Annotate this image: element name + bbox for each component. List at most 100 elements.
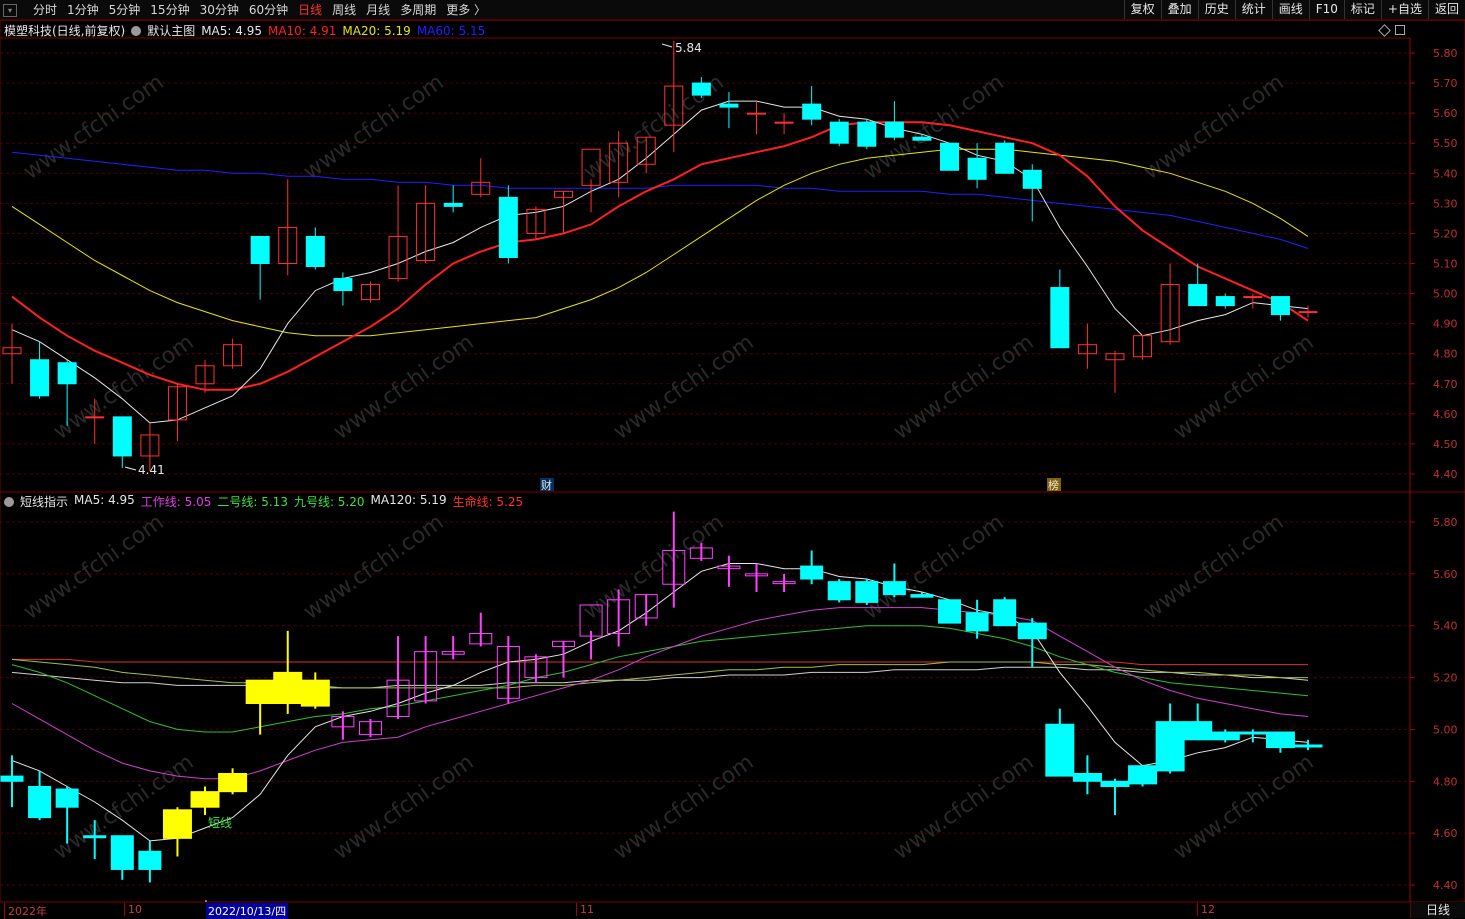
y-tick-label: 4.80 [1433,775,1458,788]
sub-candle-body [855,581,879,603]
y-tick-label: 5.00 [1433,723,1458,736]
sub-candle-body [110,835,134,870]
watermark: www.cfchi.com [889,750,1038,865]
watermark: www.cfchi.com [609,750,758,865]
y-tick-label: 5.80 [1433,47,1458,60]
candle-body [719,103,739,108]
watermark: www.cfchi.com [19,70,168,185]
sub-candle-body [1293,744,1323,748]
y-tick-label: 5.10 [1433,258,1458,271]
y-tick-label: 5.30 [1433,197,1458,210]
y-tick-label: 4.80 [1433,348,1458,361]
sub-candle-body [190,791,220,808]
candle-body [498,196,518,258]
y-tick-label: 5.20 [1433,672,1458,685]
sub-candle-body [1045,723,1075,777]
watermark: www.cfchi.com [1169,330,1318,445]
marker-bang: 榜 [1048,478,1059,492]
line9 [11,658,1308,689]
y-tick-label: 5.00 [1433,288,1458,301]
watermark: www.cfchi.com [329,330,478,445]
sub-candle-body [0,775,24,782]
y-tick-label: 4.70 [1433,378,1458,391]
sub-candle-body [138,850,162,870]
date-label: 11 [576,903,594,916]
candle-body [884,121,904,138]
lifeline [12,658,1308,666]
kline-chart[interactable]: 5.80 5.70 5.60 5.50 5.40 5.30 5.20 5.10 5.00 4.90… [0,0,1465,918]
candle-body [747,112,767,115]
y-tick-label: 4.60 [1433,827,1458,840]
sub-candle-body [1238,731,1268,735]
candle-body [774,121,794,124]
high-pointer [661,43,673,48]
sub-candle-body [218,773,248,793]
sub-candle-body [938,599,962,624]
sub-candle-body [1265,731,1295,749]
sub-candle-body [965,612,989,632]
watermark: www.cfchi.com [1139,510,1288,625]
candle-body [305,235,325,268]
sub-candle-body [28,785,52,819]
y-tick-label: 5.60 [1433,568,1458,581]
ma10-line [11,121,1309,391]
watermark: www.cfchi.com [1139,70,1288,185]
candle-body [443,202,463,207]
y-tick-label: 4.60 [1433,408,1458,421]
period-indicator: 日线 [1410,902,1465,918]
sub-candle-body [300,679,330,707]
sub-candle-body [1072,773,1102,782]
sub-candle-body [162,809,192,839]
candle-body [802,103,822,120]
sub-candle-body [993,599,1017,627]
work-line [11,607,1309,780]
candle-body [30,359,50,397]
candle-body [691,82,711,96]
candle-body [1270,296,1290,316]
y-tick-label: 5.50 [1433,137,1458,150]
sub-candle-body [83,835,107,839]
low-price-label: 4.41 [138,463,165,477]
sub-candle-body [55,788,79,808]
candle-body [1188,284,1208,307]
sub-candle-body [1100,780,1130,787]
date-label: 2022年 [4,903,47,919]
candle-body [57,362,77,385]
y-tick-label: 5.40 [1433,167,1458,180]
candle-body [250,235,270,264]
watermark: www.cfchi.com [1169,750,1318,865]
y-tick-label: 4.40 [1433,879,1458,892]
candle-body [1022,169,1042,189]
sub-candle-body [827,581,851,601]
ma20-line [11,148,1309,337]
candle-body [1050,287,1070,349]
date-label: 2022/10/13/四 [206,903,289,919]
sub-candle-body [1155,721,1185,772]
sub-candle-body [1128,765,1158,785]
candle-body [967,157,987,180]
sub-candle-body [910,594,934,598]
candle-body [857,121,877,147]
candle-body [112,416,132,457]
y-tick-label: 5.60 [1433,107,1458,120]
date-label: 12 [1197,903,1215,916]
y-tick-label: 5.20 [1433,227,1458,240]
y-tick-label: 4.40 [1433,468,1458,481]
marker-cai: 财 [541,478,552,492]
sub-candle-body [245,679,275,705]
watermark: www.cfchi.com [609,330,758,445]
watermark: www.cfchi.com [889,330,1038,445]
high-price-label: 5.84 [675,41,702,55]
y-tick-label: 5.40 [1433,620,1458,633]
short-line-annotation: 短线 [208,816,232,830]
y-tick-label: 4.90 [1433,318,1458,331]
candle-body [85,416,105,419]
sub-candle-body [1210,731,1240,741]
ma60-line [11,151,1309,249]
candle-body [912,136,932,141]
watermark: www.cfchi.com [19,510,168,625]
low-pointer [124,466,137,471]
y-tick-label: 5.80 [1433,516,1458,529]
candle-body [1215,296,1235,307]
watermark: www.cfchi.com [329,750,478,865]
